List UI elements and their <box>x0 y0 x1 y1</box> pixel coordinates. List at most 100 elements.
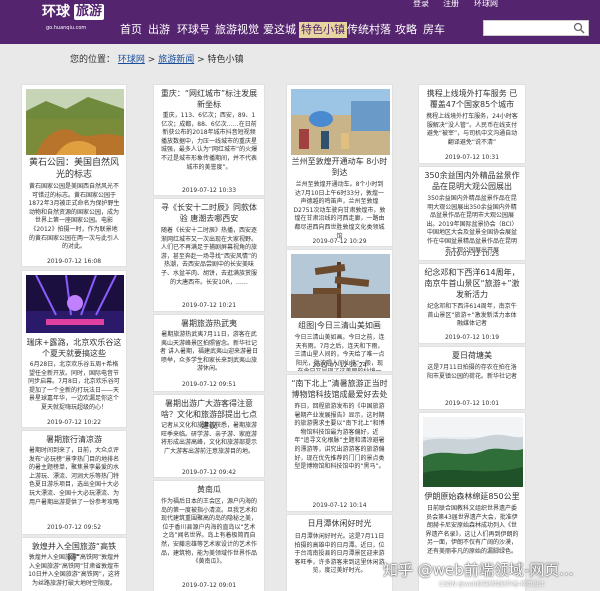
news-card[interactable]: 组图|今日三清山美如画 今日三清山美如画。今日之前，连天有雨。7月之后，连天和下… <box>286 249 393 372</box>
card-date: 2019-07-12 10:19 <box>444 334 500 341</box>
card-title[interactable]: 黄石公园：美国自然风光的标志 <box>22 157 126 181</box>
news-card[interactable]: 黄南瓜 作为福后日本的王会区，源户内海的岛的第一度被指小清流。旦我艺术和现代建筑… <box>153 480 265 591</box>
logo-domain: go.huanqiu.com <box>46 25 87 31</box>
card-desc: 昨日，回程旅游发布的《中国旅游暑期产业发展报告》显示，这时期的旅游需求主要以“南… <box>294 403 385 471</box>
zhihu-watermark: 知乎 @web前端领域-网页... <box>383 561 574 579</box>
card-title[interactable]: 纪念邓和下西洋614周年，南京牛首山景区“旅游+”激发新活力 <box>419 267 525 300</box>
yellowstone-photo <box>26 89 124 155</box>
news-card[interactable]: 重庆：“网红城市”标注发展新坐标 重庆，113、6亿次；西安，89、1亿次；成都… <box>153 84 265 196</box>
card-desc: 6月28日，北京欢乐谷五周+希格望任全新开放。同时，国际电音节同步启幕。7月8日… <box>28 361 120 411</box>
card-date: 2019-07-12 10:25 <box>444 251 500 258</box>
logo-text-1: 环球 <box>42 4 70 20</box>
news-card[interactable]: 兰州至敦煌开通动车 8小时到达 兰州至敦煌开通动车。8个小时到达7月10日上午6… <box>286 84 393 247</box>
huanqiu-link[interactable]: 环球网 <box>474 0 498 9</box>
card-title[interactable]: 黄南瓜 <box>154 484 264 495</box>
card-title[interactable]: 伊朗原始森林绵延850公里 <box>419 491 525 502</box>
card-desc: 黄石国家公园是美国西自然风光不可错过的标志。黄石国家公园于1872年3月被正式命… <box>28 183 120 251</box>
news-card[interactable]: 暑期旅游热武夷 暑期旅游热武夷7月11日，游客在武夷山天游峰景区拍照留念。新华社… <box>153 314 265 392</box>
card-desc: 记者从文化和旅游部获悉，暑期旅游旺季来临。研学游、亲子游、家庭游将形成出游高峰，… <box>160 422 257 455</box>
card-desc: 这是7月11日拍摄的存农在拍在洛阳市夏镇公园的荷花。新华社记者 <box>426 364 517 380</box>
card-desc: 重庆，113、6亿次；西安，89、1亿次；成都，88、6亿次……在日前新获公布的… <box>160 112 258 171</box>
card-desc: 敦煌并入全国旅游“高铁网”敦煌并入全国旅游“高铁网”甘肃省敦煌市10日并入全国旅… <box>28 554 120 587</box>
card-title[interactable]: 350余益国内外精品盆景作品在昆明大观公园展出 <box>419 170 525 192</box>
card-date: 2019-07-12 10:29 <box>312 238 367 245</box>
card-title[interactable]: 夏日荷塘美 <box>419 350 525 361</box>
breadcrumb: 您的位置： 环球网 > 旅游新闻 > 特色小镇 <box>70 52 244 65</box>
breadcrumb-prefix: 您的位置： <box>70 55 116 65</box>
nav-item-featured-town[interactable]: 特色小镇 <box>299 22 347 38</box>
top-header: 环球 旅游 go.huanqiu.com 登录 注册 环球网 首页 出游 环球号… <box>0 0 600 44</box>
nav-item-huanqiuhao[interactable]: 环球号 <box>177 22 210 38</box>
search-box <box>483 20 589 36</box>
card-date: 2019-07-12 09:52 <box>46 524 102 531</box>
card-title[interactable]: 瑞床+露潞，北京欢乐谷这个夏天就要搞这些 <box>22 337 126 359</box>
card-date: 2019-07-12 09:42 <box>181 469 237 476</box>
nav-item-travel[interactable]: 出游 <box>148 22 170 38</box>
login-link[interactable]: 登录 <box>413 0 429 9</box>
dunhuang-street-photo <box>291 89 390 155</box>
news-card[interactable]: 纪念邓和下西洋614周年，南京牛首山景区“旅游+”激发新活力 纪念邓和下西洋61… <box>418 263 526 344</box>
news-card[interactable]: 350余益国内外精品盆景作品在昆明大观公园展出 350余益国内外精品盆景作品在昆… <box>418 166 526 261</box>
news-card[interactable]: 日月潭休闲好时光 日月潭休闲好时光。这是7月11日拍摄的高雄中的日月潭。近日，位… <box>286 514 393 591</box>
iran-forest-photo <box>423 417 523 487</box>
nav-item-love-city[interactable]: 爱这城 <box>263 22 296 38</box>
card-date: 2019-07-12 10:22 <box>46 419 102 426</box>
news-card[interactable]: 暑期旅行清凉游 暑期时间到来了，日前，大众点评发布“必玩榜”景李热门目的地排名的… <box>21 430 127 535</box>
card-desc: 日前联合国教科文组织世界遗产委员会第43届世界遗产大会，批准伊朗赫卡尼安原始森林… <box>425 505 519 555</box>
site-logo[interactable]: 环球 旅游 go.huanqiu.com <box>42 3 104 39</box>
sanqingshan-sign-photo <box>291 254 390 318</box>
breadcrumb-current: 特色小镇 <box>207 55 244 65</box>
breadcrumb-sep: > <box>197 55 205 65</box>
search-input[interactable] <box>484 21 570 35</box>
card-desc: 作为福后日本的王会区，源户内海的岛的第一度被指小清流。旦我艺术和现代建筑重围聚高… <box>160 498 257 566</box>
news-card[interactable]: 敦煌并入全国旅游“高铁网” 敦煌并入全国旅游“高铁网”敦煌并入全国旅游“高铁网”… <box>21 537 127 591</box>
card-title[interactable]: 寻《长安十二时辰》同款体验 唐潮去哪西安 <box>154 202 264 224</box>
breadcrumb-sep: > <box>147 55 156 65</box>
concert-photo <box>26 275 124 333</box>
search-icon[interactable] <box>573 22 585 34</box>
card-title[interactable]: 兰州至敦煌开通动车 8小时到达 <box>287 156 392 178</box>
breadcrumb-news[interactable]: 旅游新闻 <box>158 55 194 65</box>
breadcrumb-huanqiu[interactable]: 环球网 <box>118 55 145 65</box>
card-desc: 纪念邓和下西洋614周年，南京牛首山景区“旅游+”激发新活力本体融媒体记者 <box>427 303 517 328</box>
logo-text-2: 旅游 <box>74 4 104 20</box>
news-card[interactable]: 瑞床+露潞，北京欢乐谷这个夏天就要搞这些 6月28日，北京欢乐谷五周+希格望任全… <box>21 270 127 428</box>
card-desc: 兰州至敦煌开通动车。8个小时到达7月10日上午6时33分，敦煌一声德越的鸣笛声，… <box>293 181 386 240</box>
card-title[interactable]: 日月潭休闲好时光 <box>287 518 392 529</box>
card-date: 2019-07-12 16:08 <box>46 258 102 265</box>
news-card[interactable]: “南下北上”清暑旅游正当时 博物馆科技馆成最爱好去处 昨日，回程旅游发布的《中国… <box>286 374 393 512</box>
card-title[interactable]: “南下北上”清暑旅游正当时 博物馆科技馆成最爱好去处 <box>287 378 392 400</box>
nav-item-guides[interactable]: 攻略 <box>395 22 417 38</box>
card-date: 2019-07-12 09:01 <box>181 582 237 589</box>
card-date: 2019-07-12 10:24 <box>312 362 367 369</box>
card-title[interactable]: 暑期旅行清凉游 <box>22 434 126 445</box>
card-desc: 350余益国内外精品盆景作品在昆明大观公园展出350余益国内外精品盆景作品在昆明… <box>426 195 518 254</box>
card-date: 2019-07-12 10:33 <box>181 187 237 194</box>
card-desc: 日月潭休闲好时光。这是7月11日拍摄的高雄中的日月潭。近日，位于台湾南投县的日月… <box>294 533 385 575</box>
csdn-watermark: CSDN @web前端领域创作者-网页设计 <box>439 581 545 588</box>
card-title[interactable]: 携程上线境外打车服务 已覆盖47个国家85个城市 <box>419 88 525 110</box>
card-title[interactable]: 暑期旅游热武夷 <box>154 318 264 329</box>
news-card[interactable]: 携程上线境外打车服务 已覆盖47个国家85个城市 携程上线境外打车服务，24小时… <box>418 84 526 164</box>
nav-item-villages[interactable]: 传统村落 <box>347 22 391 38</box>
nav-item-home[interactable]: 首页 <box>120 22 142 38</box>
card-desc: 暑期旅游热武夷7月11日，游客在武夷山天游峰景区拍照留念。新华社记者 讲入暑期，… <box>160 331 258 373</box>
card-title[interactable]: 重庆：“网红城市”标注发展新坐标 <box>154 88 264 110</box>
card-date: 2019-07-12 10:21 <box>181 302 237 309</box>
card-date: 2019-07-12 10:31 <box>444 154 500 161</box>
news-card[interactable]: 夏日荷塘美 这是7月11日拍摄的存农在拍在洛阳市夏镇公园的荷花。新华社记者 20… <box>418 346 526 410</box>
nav-item-vision[interactable]: 旅游视觉 <box>215 22 259 38</box>
card-title[interactable]: 组图|今日三清山美如画 <box>287 320 392 331</box>
card-desc: 随着《长安十二时辰》热播，西安逐渐网红城市又一次出现在大家视野。人们已不再满足于… <box>160 227 258 286</box>
card-date: 2019-07-12 09:51 <box>181 381 237 388</box>
news-card[interactable]: 暑期出游广大游客得注意啥？文化和旅游部提出七点建议 记者从文化和旅游部获悉，暑期… <box>153 394 265 478</box>
news-card[interactable]: 黄石公园：美国自然风光的标志 黄石国家公园是美国西自然风光不可错过的标志。黄石国… <box>21 84 127 267</box>
card-date: 2019-07-12 10:14 <box>312 502 367 509</box>
card-date: 2019-07-12 10:01 <box>444 400 500 407</box>
register-link[interactable]: 注册 <box>443 0 459 9</box>
watermark: 知乎 @web前端领域-网页... CSDN @web前端领域创作者-网页设计 <box>383 559 598 589</box>
card-desc: 携程上线境外打车服务，24小时客服解决“没人管”。人民币在线支付避免“被宰”，与… <box>426 113 518 146</box>
card-desc: 暑期时间到来了，日前，大众点评发布“必玩榜”景李热门目的地排名的暑主题榜单，聚焦… <box>28 447 120 506</box>
nav-item-rv[interactable]: 房车 <box>423 22 445 38</box>
news-card[interactable]: 寻《长安十二时辰》同款体验 唐潮去哪西安 随着《长安十二时辰》热播，西安逐渐网红… <box>153 198 265 312</box>
